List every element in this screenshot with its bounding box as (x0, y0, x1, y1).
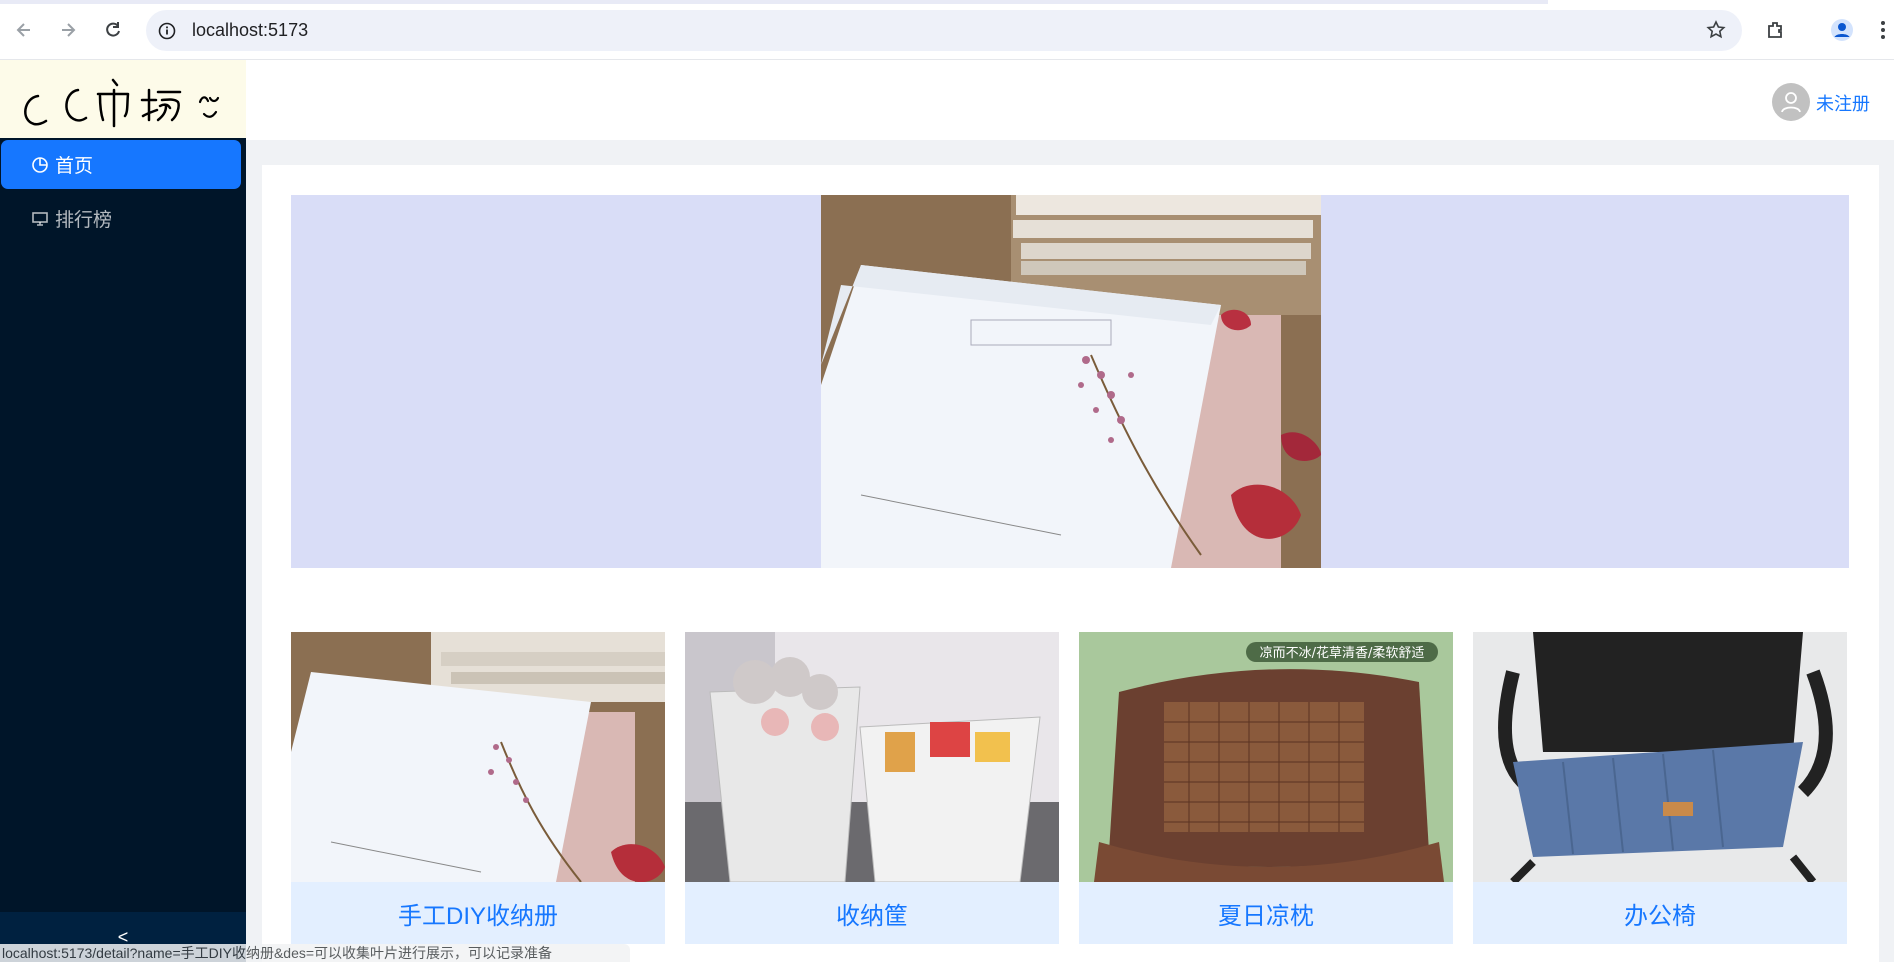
profile-button[interactable] (1826, 14, 1858, 46)
url-text[interactable]: localhost:5173 (192, 20, 308, 41)
extensions-button[interactable] (1760, 14, 1792, 46)
browser-menu-button[interactable] (1872, 14, 1894, 46)
forward-button[interactable] (52, 14, 84, 46)
reload-icon (106, 22, 120, 37)
pillow-slogan: 凉而不冰/花草清香/柔软舒适 (1260, 645, 1425, 661)
product-image[interactable] (1473, 632, 1847, 882)
menu-item-ranking[interactable]: 排行榜 (1, 194, 241, 243)
browser-toolbar: localhost:5173 (0, 0, 1894, 60)
menu-item-label: 排行榜 (55, 210, 113, 231)
pie-chart-icon (32, 156, 48, 173)
user-icon (1781, 92, 1801, 113)
link-status-bar: localhost:5173/detail?name=手工DIY收纳册&des=… (0, 944, 630, 962)
top-header: 未注册 (246, 60, 1894, 140)
bookmark-star-icon[interactable] (1706, 20, 1726, 40)
handwritten-logo-image (24, 78, 220, 128)
back-button[interactable] (8, 14, 40, 46)
reload-button[interactable] (97, 14, 129, 46)
product-grid: 手工DIY收纳册 收纳筐 凉而不冰/花草清香/柔软舒适 夏日凉枕 办公椅 (291, 632, 1849, 944)
menu-item-label: 首页 (55, 156, 94, 177)
more-vert-icon (1881, 21, 1885, 39)
main-content: 手工DIY收纳册 收纳筐 凉而不冰/花草清香/柔软舒适 夏日凉枕 办公椅 (262, 165, 1879, 962)
profile-icon (1831, 19, 1853, 41)
product-card[interactable]: 手工DIY收纳册 (291, 632, 665, 944)
menu-item-home[interactable]: 首页 (1, 140, 241, 189)
product-name[interactable]: 夏日凉枕 (1079, 882, 1453, 944)
product-image[interactable] (291, 632, 665, 882)
puzzle-icon (1768, 22, 1782, 38)
info-icon[interactable] (158, 22, 176, 40)
banner-carousel[interactable] (291, 195, 1849, 568)
product-card[interactable]: 收纳筐 (685, 632, 1059, 944)
product-name[interactable]: 收纳筐 (685, 882, 1059, 944)
desktop-icon (32, 211, 48, 226)
avatar[interactable] (1772, 83, 1810, 121)
arrow-right-icon (62, 23, 76, 37)
product-card[interactable]: 办公椅 (1473, 632, 1847, 944)
product-image[interactable]: 凉而不冰/花草清香/柔软舒适 (1079, 632, 1453, 882)
banner-image[interactable] (821, 195, 1321, 568)
product-image[interactable] (685, 632, 1059, 882)
arrow-left-icon (16, 23, 30, 37)
product-name[interactable]: 办公椅 (1473, 882, 1847, 944)
product-card[interactable]: 凉而不冰/花草清香/柔软舒适 夏日凉枕 (1079, 632, 1453, 944)
address-bar[interactable]: localhost:5173 (146, 10, 1742, 51)
sidebar: 首页 排行榜 < (0, 60, 246, 962)
loading-progress-bar (0, 0, 1548, 4)
register-link[interactable]: 未注册 (1816, 90, 1870, 116)
product-name[interactable]: 手工DIY收纳册 (291, 882, 665, 944)
site-logo[interactable] (0, 60, 246, 138)
